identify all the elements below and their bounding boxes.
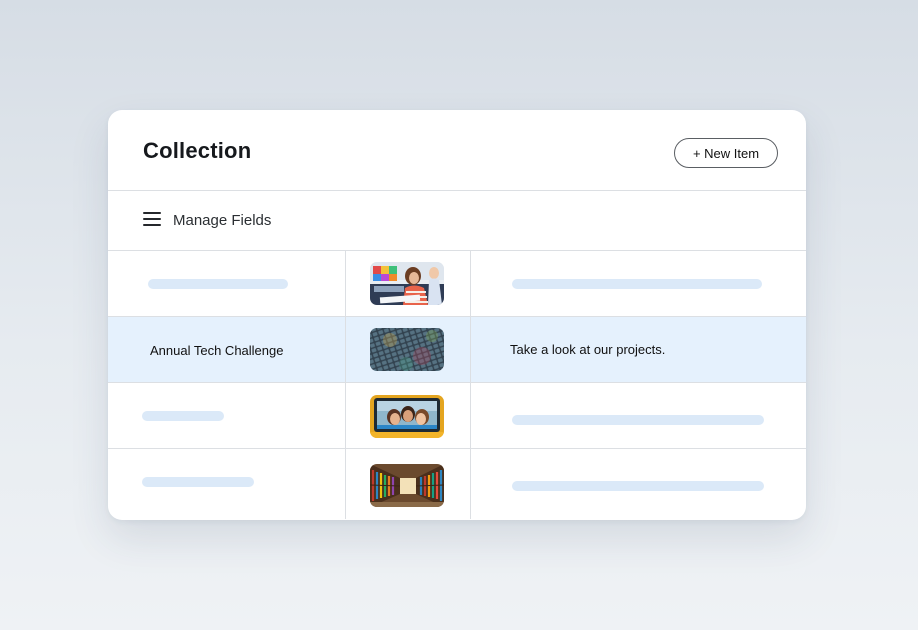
row-title: Annual Tech Challenge [150,343,284,358]
library-bookshelves-image [370,464,444,507]
page-title: Collection [143,138,252,163]
new-item-button[interactable]: + New Item [674,138,778,168]
title-placeholder [148,279,288,289]
hamburger-menu-icon[interactable] [143,212,161,228]
manage-fields-button[interactable]: Manage Fields [173,212,271,229]
title-placeholder [142,411,224,421]
collection-table: Annual Tech Challenge Take a look at our… [108,251,806,519]
description-placeholder [512,415,764,425]
toolbar: Manage Fields [108,191,806,251]
collection-header: Collection + New Item [108,110,806,191]
table-row-selected[interactable]: Annual Tech Challenge Take a look at our… [108,317,806,383]
table-row[interactable] [108,383,806,449]
description-placeholder [512,279,762,289]
table-row[interactable] [108,251,806,317]
description-placeholder [512,481,764,491]
kids-on-school-bus-image [370,395,444,438]
colorful-keyboard-lights-image [370,328,444,371]
girl-studying-classroom-image [370,262,444,305]
row-description: Take a look at our projects. [510,342,666,357]
collection-card: Collection + New Item Manage Fields Annu… [108,110,806,520]
title-placeholder [142,477,254,487]
table-row[interactable] [108,449,806,519]
